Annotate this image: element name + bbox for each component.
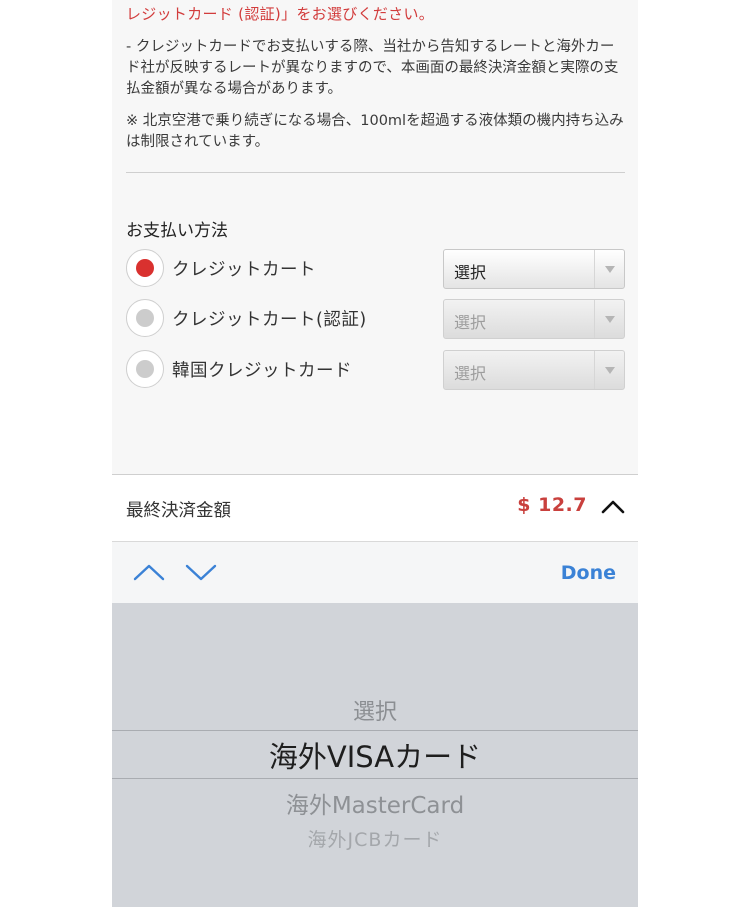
select-value: 選択 — [454, 313, 487, 332]
chevron-up-icon[interactable] — [132, 558, 166, 588]
payment-option-label: クレジットカート(認証) — [172, 310, 367, 330]
total-amount: $ 12.7 — [517, 494, 587, 516]
app-frame: レジットカード (認証)」をお選びください。 - クレジットカードでお支払いする… — [112, 0, 638, 907]
rate-notice: - クレジットカードでお支払いする際、当社から告知するレートと海外カード社が反映… — [126, 39, 619, 97]
card-picker-wheel[interactable]: 選択 海外VISAカード 海外MasterCard 海外JCBカード — [112, 603, 638, 907]
payment-method-title: お支払い方法 — [126, 221, 228, 241]
select-arrow-icon — [594, 250, 624, 288]
liquid-notice: ※ 北京空港で乗り続ぎになる場合、100mlを超過する液体類の機内持ち込みは制限… — [126, 113, 624, 150]
radio-dot — [136, 360, 154, 378]
card-type-select[interactable]: 選択 — [443, 249, 625, 289]
picker-selection-line — [112, 730, 638, 731]
divider — [126, 172, 625, 173]
done-button[interactable]: Done — [561, 562, 616, 584]
payment-option-label: 韓国クレジットカード — [172, 361, 352, 381]
card-type-select-auth[interactable]: 選択 — [443, 299, 625, 339]
payment-option-credit-card-auth[interactable]: クレジットカート(認証) 選択 — [126, 299, 626, 341]
picker-item[interactable]: 海外JCBカード — [112, 825, 638, 852]
select-value: 選択 — [454, 364, 487, 383]
total-bar[interactable]: 最終決済金額 $ 12.7 — [112, 474, 638, 540]
notice-red-text: レジットカード (認証)」をお選びください。 — [126, 5, 435, 23]
card-type-select-korean[interactable]: 選択 — [443, 350, 625, 390]
payment-option-korean-card[interactable]: 韓国クレジットカード 選択 — [126, 350, 626, 392]
picker-item[interactable]: 海外MasterCard — [112, 786, 638, 820]
radio-credit-card-auth[interactable] — [126, 299, 164, 337]
radio-dot — [136, 309, 154, 327]
payment-option-credit-card[interactable]: クレジットカート 選択 — [126, 249, 626, 291]
radio-dot — [136, 259, 154, 277]
chevron-down-icon[interactable] — [184, 558, 218, 588]
radio-korean-card[interactable] — [126, 350, 164, 388]
payment-content: レジットカード (認証)」をお選びください。 - クレジットカードでお支払いする… — [112, 0, 638, 474]
payment-option-label: クレジットカート — [172, 260, 316, 280]
keyboard-accessory-bar: Done — [112, 541, 638, 603]
picker-item-selected[interactable]: 海外VISAカード — [112, 734, 638, 776]
select-arrow-icon — [594, 351, 624, 389]
picker-selection-line — [112, 778, 638, 779]
chevron-up-icon[interactable] — [600, 497, 626, 517]
select-arrow-icon — [594, 300, 624, 338]
picker-item[interactable]: 選択 — [112, 694, 638, 726]
select-value: 選択 — [454, 263, 487, 282]
radio-credit-card[interactable] — [126, 249, 164, 287]
total-label: 最終決済金額 — [126, 501, 231, 521]
